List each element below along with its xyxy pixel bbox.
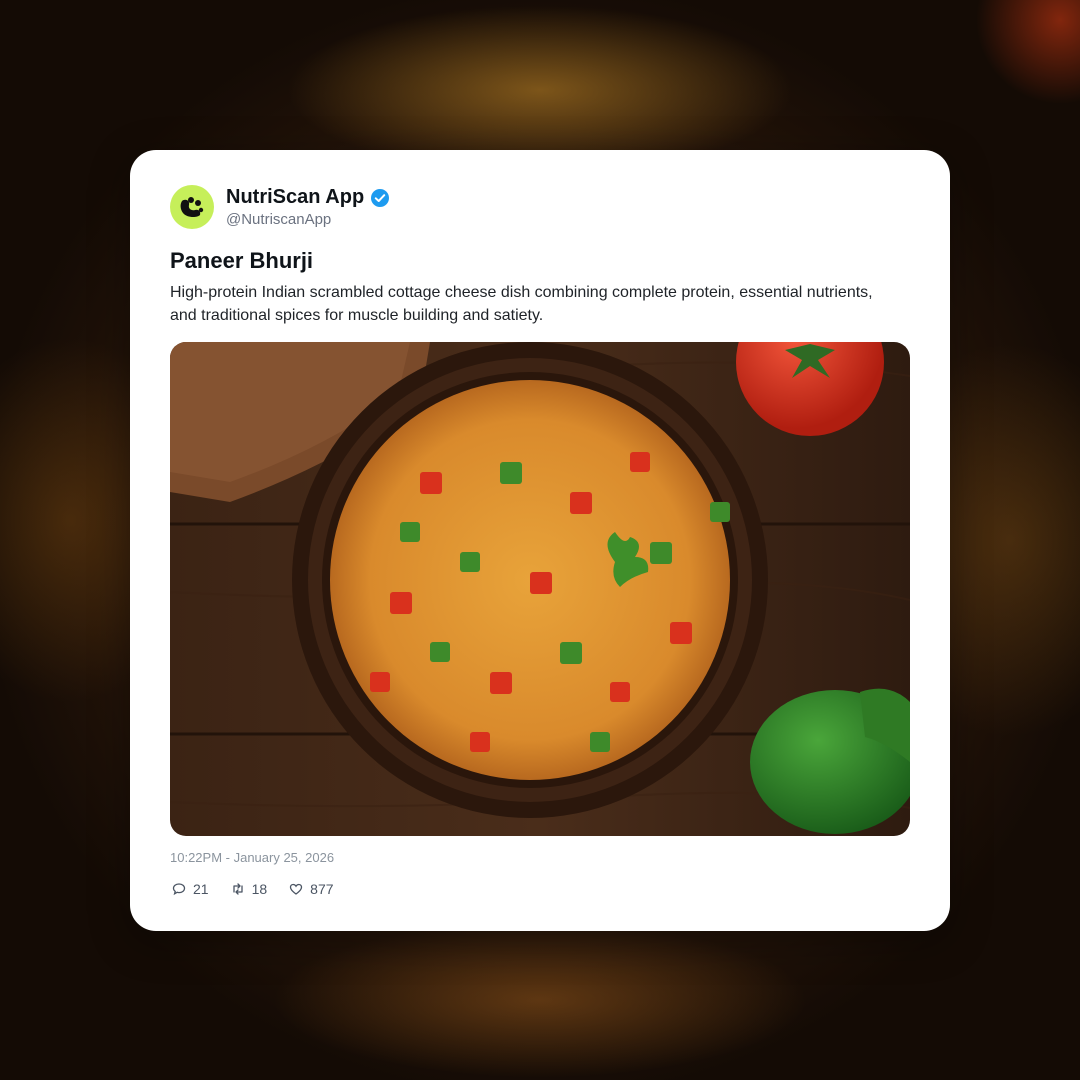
avatar[interactable] (170, 185, 214, 229)
reply-count: 21 (193, 881, 209, 897)
nutriscan-logo-icon (180, 197, 204, 218)
post-header: NutriScan App @NutriscanApp (170, 185, 390, 229)
like-count: 877 (310, 881, 334, 897)
account-handle[interactable]: @NutriscanApp (226, 211, 390, 228)
repost-button[interactable]: 18 (231, 881, 268, 897)
post-timestamp[interactable]: 10:22PM - January 25, 2026 (170, 850, 334, 865)
repost-count: 18 (251, 881, 268, 897)
repost-arrows-icon (232, 883, 243, 895)
post-title: Paneer Bhurji (170, 248, 314, 273)
like-button[interactable]: 877 (289, 881, 334, 897)
display-name[interactable]: NutriScan App (226, 186, 364, 209)
verified-badge-icon (371, 188, 390, 207)
food-photo[interactable] (170, 342, 910, 836)
account-names: NutriScan App @NutriscanApp (226, 186, 390, 228)
reply-button[interactable]: 21 (172, 881, 209, 897)
engagement-stats: 21 18 877 (172, 881, 356, 897)
name-row: NutriScan App (226, 186, 390, 209)
heart-icon (290, 883, 303, 895)
post-card: NutriScan App @NutriscanApp Paneer Bhurj… (130, 150, 950, 931)
post-text: High-protein Indian scrambled cottage ch… (170, 284, 873, 324)
speech-bubble-icon (172, 883, 186, 896)
paneer-bhurji-photo (170, 342, 910, 836)
